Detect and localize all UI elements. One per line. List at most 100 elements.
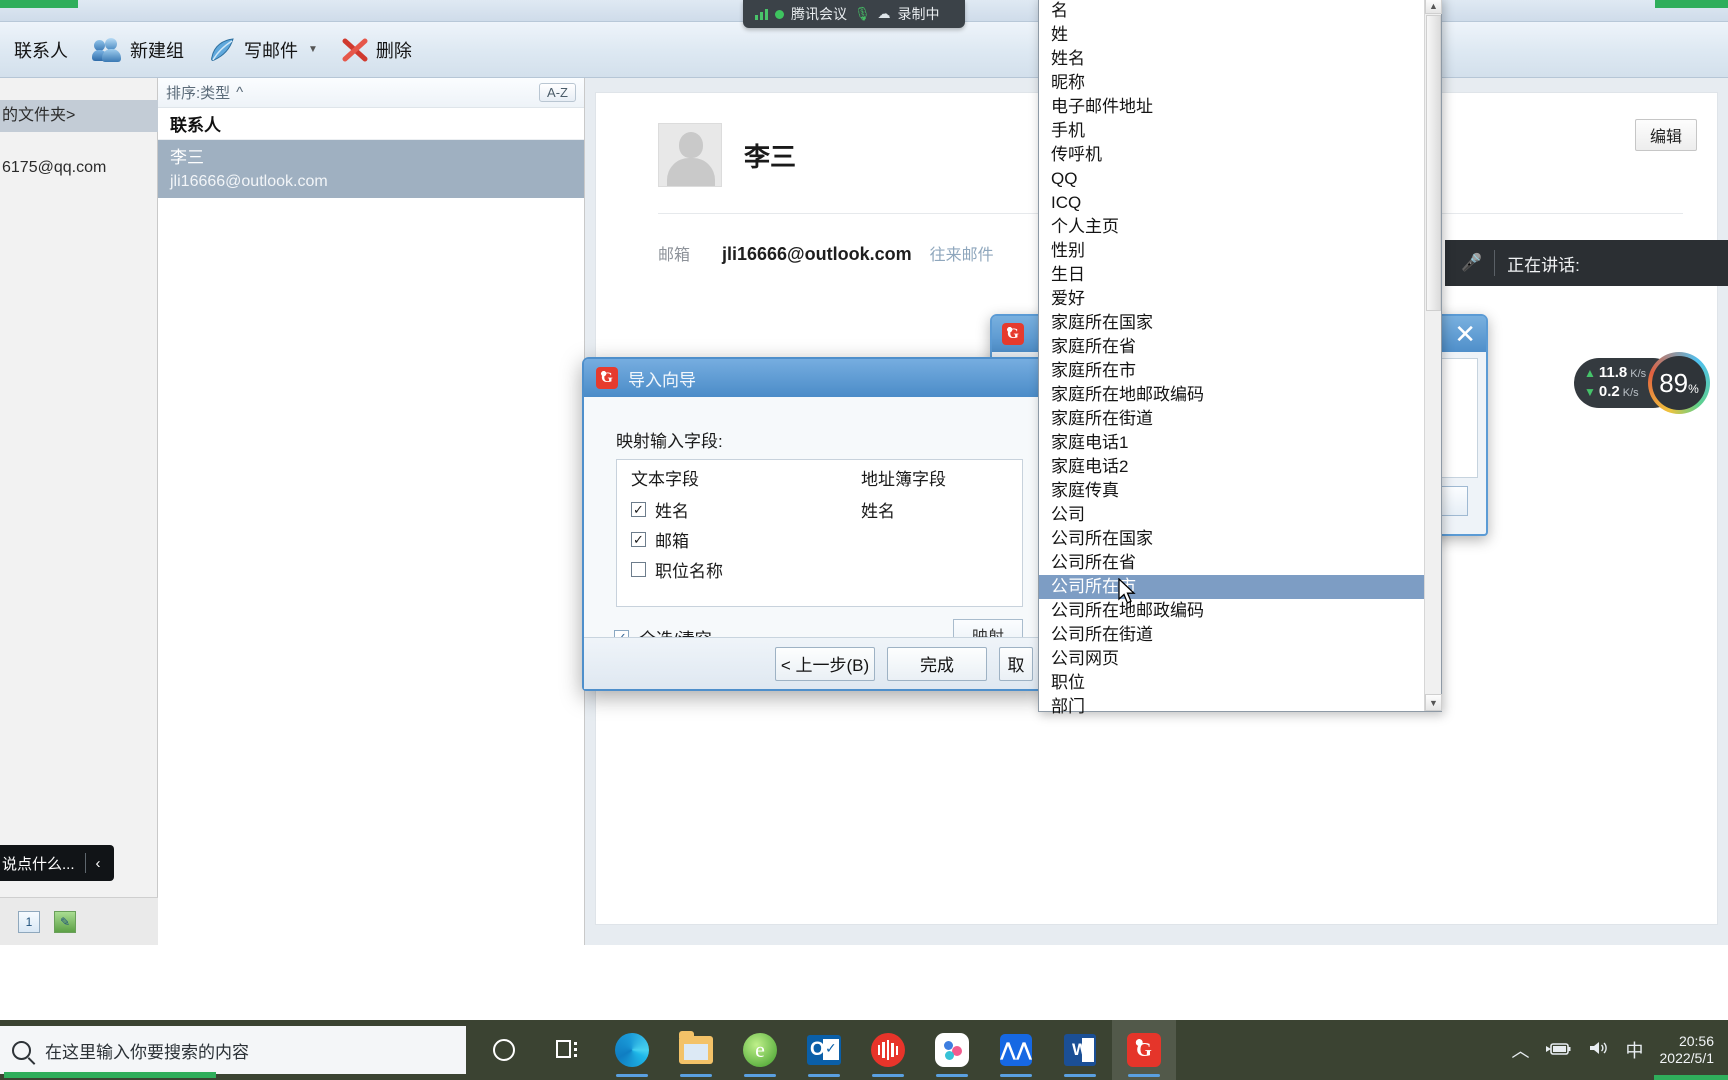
- outlook-icon[interactable]: O: [792, 1020, 856, 1080]
- internet-explorer-icon[interactable]: e: [728, 1020, 792, 1080]
- dropdown-scrollbar[interactable]: ▲ ▼: [1424, 0, 1442, 711]
- toolbar-item-delete[interactable]: 删除: [332, 30, 422, 70]
- foxmail-icon[interactable]: G: [1112, 1020, 1176, 1080]
- recorder-icon[interactable]: [856, 1020, 920, 1080]
- scroll-up-icon[interactable]: ▲: [1425, 0, 1442, 14]
- clock[interactable]: 20:56 2022/5/1: [1653, 1033, 1728, 1080]
- network-monitor-widget[interactable]: ▲ 11.8 K/s ▼ 0.2 K/s 89 %: [1574, 352, 1728, 414]
- sort-az-button[interactable]: A-Z: [539, 83, 576, 102]
- microphone-icon[interactable]: 🎤: [1461, 253, 1482, 273]
- green-accent-bar: [4, 1072, 216, 1078]
- dropdown-item[interactable]: 家庭所在街道: [1039, 407, 1424, 431]
- windows-taskbar: 在这里输入你要搜索的内容 e O ✓ ⋀⋀ W G ︿ 中 20:56 2022…: [0, 1020, 1728, 1080]
- compose-mail-icon: [208, 37, 236, 63]
- dropdown-item[interactable]: 公司网页: [1039, 647, 1424, 671]
- dropdown-item[interactable]: QQ: [1039, 167, 1424, 191]
- dropdown-item[interactable]: 名: [1039, 0, 1424, 23]
- percent-sign: %: [1688, 382, 1699, 396]
- table-row[interactable]: 邮箱: [617, 524, 1022, 554]
- dropdown-item[interactable]: 手机: [1039, 119, 1424, 143]
- dropdown-item[interactable]: ICQ: [1039, 191, 1424, 215]
- sidebar-count-button[interactable]: 1: [18, 910, 40, 933]
- ime-indicator[interactable]: 中: [1626, 1037, 1644, 1063]
- task-view-icon[interactable]: [536, 1020, 600, 1080]
- dropdown-item[interactable]: 公司: [1039, 503, 1424, 527]
- blue-app-icon[interactable]: ⋀⋀: [984, 1020, 1048, 1080]
- meeting-app-icon[interactable]: [920, 1020, 984, 1080]
- dropdown-item[interactable]: 姓名: [1039, 47, 1424, 71]
- collapse-icon[interactable]: ‹: [96, 855, 101, 872]
- table-row[interactable]: 姓名 姓名: [617, 494, 1022, 524]
- back-button[interactable]: < 上一步(B): [775, 646, 875, 681]
- row-checkbox[interactable]: [631, 531, 646, 547]
- dropdown-item[interactable]: 电子邮件地址: [1039, 95, 1424, 119]
- dropdown-item[interactable]: 公司所在国家: [1039, 527, 1424, 551]
- cancel-button[interactable]: 取: [999, 646, 1033, 681]
- toolbar-item-compose[interactable]: 写邮件 ▼: [198, 30, 328, 70]
- volume-icon[interactable]: [1588, 1040, 1610, 1061]
- sidebar-item-account[interactable]: 6175@qq.com: [0, 154, 158, 182]
- dropdown-item[interactable]: 家庭所在省: [1039, 335, 1424, 359]
- contact-detail-name: 李三: [744, 142, 797, 172]
- chat-input-overlay[interactable]: 说点什么... ‹: [0, 845, 114, 881]
- cortana-icon[interactable]: [472, 1020, 536, 1080]
- green-accent-bar: [1653, 1075, 1728, 1080]
- main-toolbar: 联系人 新建组 写邮件 ▼ 删除: [0, 22, 1728, 78]
- dropdown-item[interactable]: 家庭所在国家: [1039, 311, 1424, 335]
- finish-button[interactable]: 完成: [887, 646, 987, 681]
- email-value: jli16666@outlook.com: [722, 244, 912, 264]
- dropdown-item[interactable]: 家庭传真: [1039, 479, 1424, 503]
- dropdown-item[interactable]: 职位: [1039, 671, 1424, 695]
- dropdown-item[interactable]: 传呼机: [1039, 143, 1424, 167]
- battery-icon[interactable]: [1545, 1040, 1572, 1061]
- contact-email-row: 邮箱 jli16666@outlook.com 往来邮件: [658, 241, 994, 265]
- dropdown-item[interactable]: 家庭所在地邮政编码: [1039, 383, 1424, 407]
- dropdown-item[interactable]: 昵称: [1039, 71, 1424, 95]
- chevron-up-icon[interactable]: ︿: [1512, 1037, 1530, 1063]
- edge-icon[interactable]: [600, 1020, 664, 1080]
- dropdown-item-selected[interactable]: 公司所在市: [1039, 575, 1424, 599]
- dropdown-item[interactable]: 性别: [1039, 239, 1424, 263]
- contact-group-header: 联系人: [158, 108, 584, 140]
- wizard-footer: < 上一步(B) 完成 取: [584, 637, 1047, 689]
- toolbar-item-new-group[interactable]: 新建组: [82, 30, 194, 70]
- row-text-field: 姓名: [655, 501, 689, 521]
- sidebar-item-folder[interactable]: 的文件夹>: [0, 100, 158, 132]
- scroll-down-icon[interactable]: ▼: [1425, 694, 1442, 711]
- scrollbar-thumb[interactable]: [1426, 15, 1441, 311]
- search-input[interactable]: 在这里输入你要搜索的内容: [0, 1026, 466, 1078]
- field-dropdown-list[interactable]: 名 姓 姓名 昵称 电子邮件地址 手机 传呼机 QQ ICQ 个人主页 性别 生…: [1038, 0, 1442, 716]
- dropdown-item[interactable]: 公司所在街道: [1039, 623, 1424, 647]
- dropdown-item[interactable]: 部门: [1039, 695, 1424, 719]
- file-explorer-icon[interactable]: [664, 1020, 728, 1080]
- sort-control[interactable]: 排序:类型 ^: [166, 82, 243, 103]
- chevron-down-icon[interactable]: ▼: [308, 44, 318, 55]
- row-checkbox[interactable]: [631, 561, 646, 577]
- dropdown-item[interactable]: 个人主页: [1039, 215, 1424, 239]
- contact-list-item[interactable]: 李三 jli16666@outlook.com: [158, 140, 584, 198]
- dropdown-item[interactable]: 家庭电话1: [1039, 431, 1424, 455]
- dropdown-item[interactable]: 公司所在省: [1039, 551, 1424, 575]
- dropdown-item[interactable]: 家庭所在市: [1039, 359, 1424, 383]
- dropdown-item[interactable]: 生日: [1039, 263, 1424, 287]
- close-icon[interactable]: ✕: [1454, 321, 1476, 347]
- edit-button[interactable]: 编辑: [1635, 119, 1697, 151]
- related-mail-link[interactable]: 往来邮件: [930, 241, 994, 265]
- dropdown-item[interactable]: 公司所在地邮政编码: [1039, 599, 1424, 623]
- table-row[interactable]: 职位名称: [617, 554, 1022, 584]
- dropdown-item[interactable]: 家庭电话2: [1039, 455, 1424, 479]
- dropdown-item[interactable]: 姓: [1039, 23, 1424, 47]
- delete-icon: [342, 38, 368, 62]
- sort-label: 排序:类型: [166, 85, 231, 102]
- table-header-row: 文本字段 地址簿字段: [617, 460, 1022, 494]
- chat-placeholder-text: 说点什么...: [2, 855, 75, 873]
- meeting-status-pill[interactable]: 腾讯会议 🎙 ☁ 录制中: [743, 0, 965, 28]
- sidebar-compose-button[interactable]: ✎: [54, 910, 76, 933]
- system-tray: ︿ 中 20:56 2022/5/1: [1512, 1033, 1728, 1080]
- folder-sidebar: 的文件夹> 6175@qq.com 1 ✎: [0, 78, 158, 945]
- word-icon[interactable]: W: [1048, 1020, 1112, 1080]
- toolbar-item-contacts[interactable]: 联系人: [4, 30, 78, 70]
- row-checkbox[interactable]: [631, 501, 646, 517]
- cpu-usage-value: 89: [1659, 367, 1689, 398]
- dropdown-item[interactable]: 爱好: [1039, 287, 1424, 311]
